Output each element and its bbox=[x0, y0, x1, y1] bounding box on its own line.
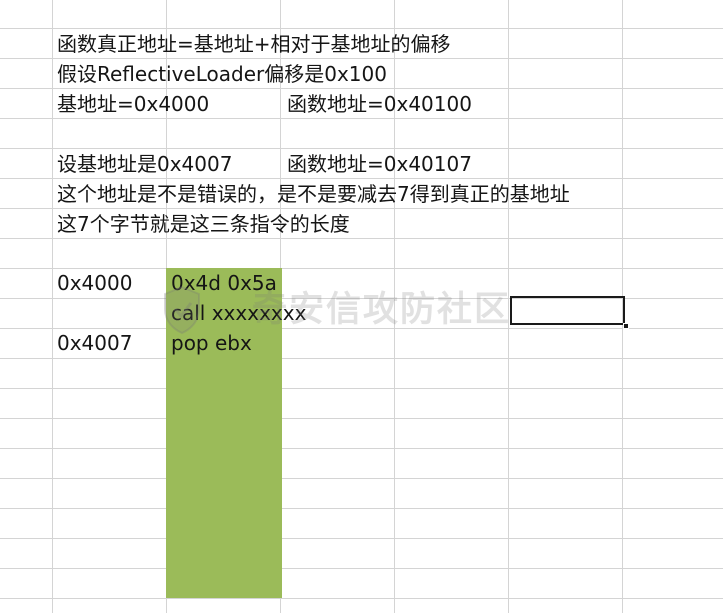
note-base-address: 基地址=0x4000 bbox=[57, 92, 210, 116]
spreadsheet-grid[interactable]: 函数真正地址=基地址+相对于基地址的偏移 假设ReflectiveLoader偏… bbox=[0, 0, 723, 613]
instruction-pop-ebx: pop ebx bbox=[171, 331, 252, 355]
note-function-address: 函数地址=0x40100 bbox=[287, 92, 472, 116]
instruction-call: call xxxxxxxx bbox=[171, 301, 307, 325]
note-offset-assumption: 假设ReflectiveLoader偏移是0x100 bbox=[57, 62, 387, 86]
note-formula: 函数真正地址=基地址+相对于基地址的偏移 bbox=[57, 32, 451, 56]
note-question: 这个地址是不是错误的，是不是要减去7得到真正的基地址 bbox=[57, 182, 570, 206]
note-instruction-length: 这7个字节就是这三条指令的长度 bbox=[57, 212, 350, 236]
address-label-after: 0x4007 bbox=[57, 331, 133, 355]
note-assumed-function-address: 函数地址=0x40107 bbox=[287, 152, 472, 176]
address-label-start: 0x4000 bbox=[57, 271, 133, 295]
fill-handle[interactable] bbox=[623, 323, 629, 329]
note-assumed-base: 设基地址是0x4007 bbox=[57, 152, 233, 176]
instruction-mz-bytes: 0x4d 0x5a bbox=[171, 271, 277, 295]
selected-cell[interactable] bbox=[510, 296, 625, 325]
